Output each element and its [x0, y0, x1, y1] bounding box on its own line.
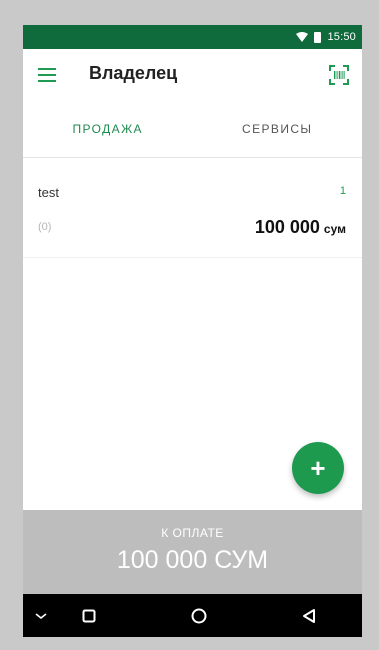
status-bar: 15:50 [23, 25, 362, 49]
page-title: Владелец [89, 63, 178, 83]
pay-amount: 100 000 СУМ [116, 546, 269, 574]
phone-screen: 15:50 Владелец ПРОДАЖА СЕРВИСЫ test 1 (0… [23, 25, 362, 637]
triangle-back-icon[interactable] [279, 594, 339, 637]
item-currency: сум [323, 222, 346, 236]
item-price: 100 000 сум [255, 217, 346, 238]
system-nav-bar [23, 594, 362, 637]
add-item-button[interactable]: + [292, 442, 344, 494]
circle-icon[interactable] [169, 594, 229, 637]
status-time: 15:50 [327, 31, 356, 43]
item-subtext: (0) [38, 221, 52, 233]
item-price-value: 100 000 [254, 217, 320, 237]
item-quantity: 1 [339, 185, 346, 197]
square-icon[interactable] [59, 594, 119, 637]
device-frame: 15:50 Владелец ПРОДАЖА СЕРВИСЫ test 1 (0… [0, 0, 379, 650]
toolbar: Владелец [23, 49, 362, 101]
barcode-scan-icon[interactable] [328, 64, 350, 86]
tab-bar: ПРОДАЖА СЕРВИСЫ [23, 101, 362, 158]
pay-button[interactable]: К ОПЛАТЕ 100 000 СУМ [23, 510, 362, 594]
list-item[interactable]: test 1 (0) 100 000 сум [23, 167, 362, 258]
wifi-icon [296, 32, 309, 42]
item-name: test [38, 185, 59, 200]
battery-icon [314, 31, 322, 43]
pay-label: К ОПЛАТЕ [161, 526, 224, 540]
tab-services[interactable]: СЕРВИСЫ [193, 101, 363, 157]
menu-icon[interactable] [38, 68, 56, 82]
plus-icon: + [310, 453, 326, 483]
tab-sales[interactable]: ПРОДАЖА [23, 101, 193, 157]
